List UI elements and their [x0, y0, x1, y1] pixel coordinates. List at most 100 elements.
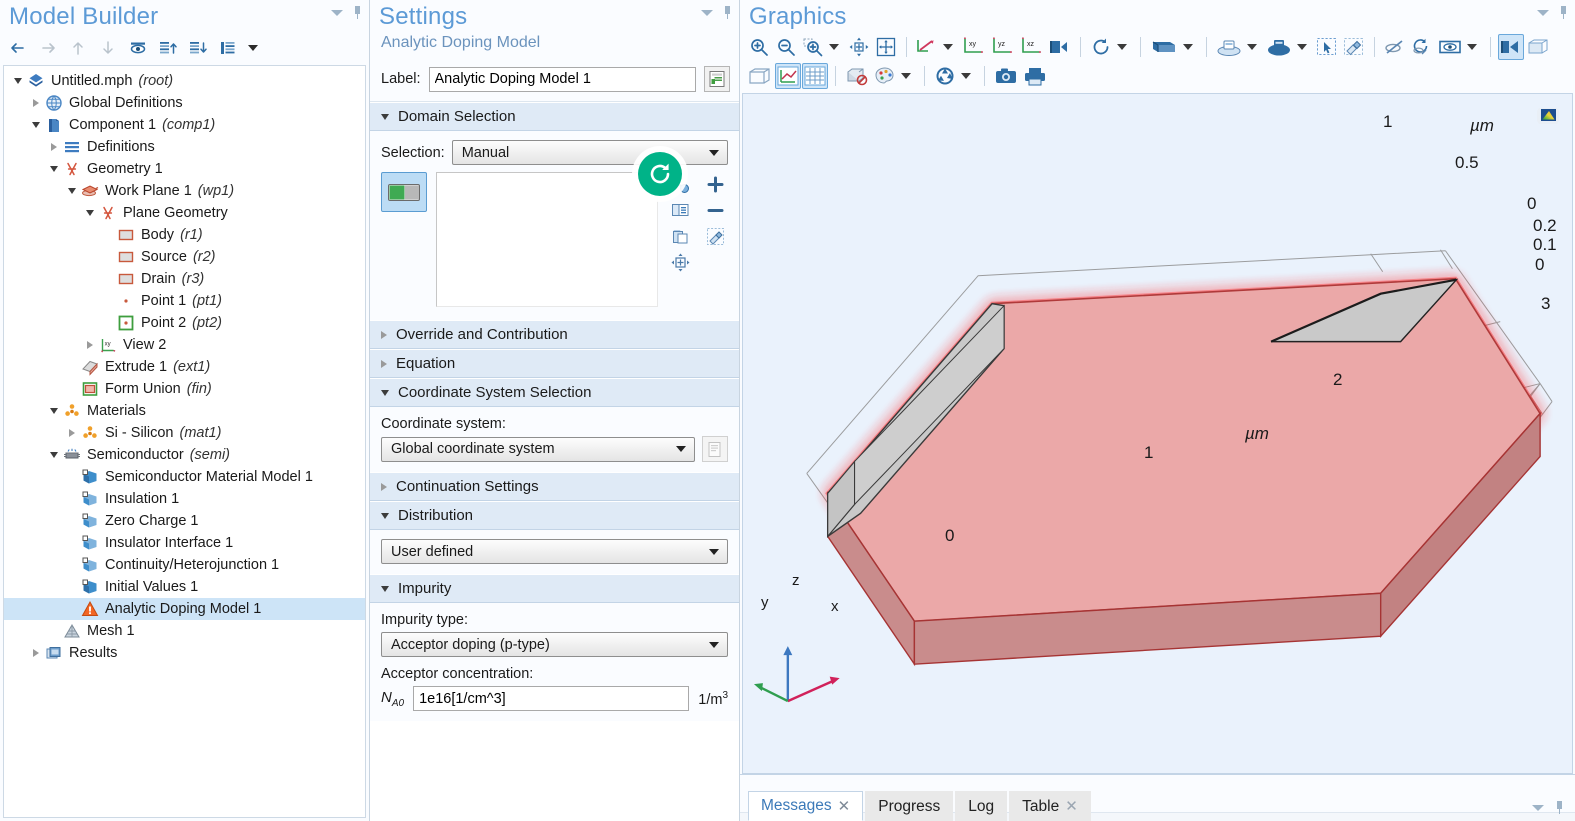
- description-icon-button[interactable]: [704, 66, 730, 92]
- tree-node-mesh-1[interactable]: Mesh 1: [4, 620, 365, 642]
- tree-node-zero-charge-1[interactable]: Zero Charge 1: [4, 510, 365, 532]
- tree-node-insulation-1[interactable]: Insulation 1: [4, 488, 365, 510]
- rotate-caret[interactable]: [1117, 44, 1127, 50]
- move-selection-icon[interactable]: [668, 250, 692, 274]
- tree-node-form-union[interactable]: Form Union (fin): [4, 378, 365, 400]
- go-to-xz-view-icon[interactable]: xz: [1018, 34, 1046, 60]
- tree-node-component-1[interactable]: Component 1 (comp1): [4, 114, 365, 136]
- color-legend-icon[interactable]: [872, 63, 898, 89]
- tree-node-geometry-1[interactable]: Geometry 1: [4, 158, 365, 180]
- label-input[interactable]: [428, 66, 696, 92]
- bottom-pin-icon[interactable]: [1554, 801, 1565, 814]
- tree-node-point-2[interactable]: Point 2 (pt2): [4, 312, 365, 334]
- collapse-arrow-icon[interactable]: [46, 444, 62, 466]
- go-to-yz-view-icon[interactable]: yz: [989, 34, 1017, 60]
- domain-selection-list[interactable]: [436, 172, 658, 307]
- bottom-tab-log[interactable]: Log: [955, 791, 1008, 821]
- tree-node-materials[interactable]: Materials: [4, 400, 365, 422]
- graphics-render-badge[interactable]: [1536, 104, 1562, 126]
- scene-light-icon[interactable]: [1214, 34, 1244, 60]
- model-builder-menu-caret[interactable]: [331, 9, 343, 16]
- tree-node-global-definitions[interactable]: Global Definitions: [4, 92, 365, 114]
- go-to-xy-view-icon[interactable]: xy: [960, 34, 988, 60]
- expand-arrow-icon[interactable]: [82, 334, 98, 356]
- show-hide-eye-icon[interactable]: [124, 35, 152, 61]
- scene-light-toggle-icon[interactable]: [932, 63, 958, 89]
- selection-dropdown[interactable]: Manual: [451, 140, 728, 165]
- tree-node-point-1[interactable]: Point 1 (pt1): [4, 290, 365, 312]
- paste-selection-icon[interactable]: [668, 224, 692, 248]
- copy-selection-icon[interactable]: [668, 198, 692, 222]
- show-grid-caret[interactable]: [1297, 44, 1307, 50]
- tree-node-body[interactable]: Body (r1): [4, 224, 365, 246]
- tree-options-button[interactable]: [214, 35, 242, 61]
- view-options-caret[interactable]: [943, 44, 953, 50]
- collapse-arrow-icon[interactable]: [10, 70, 26, 92]
- remove-from-selection-icon[interactable]: [703, 198, 727, 222]
- zoom-out-icon[interactable]: [773, 34, 799, 60]
- bottom-tab-progress[interactable]: Progress: [865, 791, 954, 821]
- transparency-icon[interactable]: [1498, 34, 1524, 60]
- tree-node-untitled-mph[interactable]: Untitled.mph (root): [4, 70, 365, 92]
- collapse-arrow-icon[interactable]: [64, 180, 80, 202]
- acceptor-concentration-input[interactable]: [413, 686, 690, 711]
- tree-node-continuity-heterojunction-1[interactable]: Continuity/Heterojunction 1: [4, 554, 365, 576]
- show-axis-icon[interactable]: [775, 63, 801, 89]
- image-snapshot-icon[interactable]: [992, 63, 1020, 89]
- coordinate-system-dropdown[interactable]: Global coordinate system: [381, 436, 695, 462]
- collapse-arrow-icon[interactable]: [82, 202, 98, 224]
- collapse-all-button[interactable]: [154, 35, 182, 61]
- collapse-arrow-icon[interactable]: [46, 400, 62, 422]
- section-header-distribution[interactable]: Distribution: [370, 501, 739, 530]
- model-builder-pin-icon[interactable]: [352, 6, 363, 19]
- select-box-icon[interactable]: [1314, 34, 1340, 60]
- tree-node-analytic-doping-model-1[interactable]: Analytic Doping Model 1: [4, 598, 365, 620]
- bottom-tab-table[interactable]: Table ✕: [1009, 791, 1091, 821]
- move-up-button[interactable]: [64, 35, 92, 61]
- close-icon[interactable]: ✕: [1065, 799, 1078, 814]
- reset-hiding-icon[interactable]: [1409, 34, 1435, 60]
- camera-view-icon[interactable]: [1047, 34, 1073, 60]
- section-header-override-and-contribution[interactable]: Override and Contribution: [370, 320, 739, 349]
- tree-node-insulator-interface-1[interactable]: Insulator Interface 1: [4, 532, 365, 554]
- distribution-dropdown[interactable]: User defined: [381, 539, 728, 564]
- coordinate-system-edit-button[interactable]: [702, 436, 728, 462]
- expand-arrow-icon[interactable]: [28, 642, 44, 664]
- go-to-default-view-icon[interactable]: [914, 34, 940, 60]
- graphics-pin-icon[interactable]: [1558, 6, 1569, 19]
- zoom-options-caret[interactable]: [829, 44, 839, 50]
- bottom-menu-caret[interactable]: [1532, 804, 1544, 811]
- graphics-menu-caret[interactable]: [1537, 9, 1549, 16]
- section-header-continuation-settings[interactable]: Continuation Settings: [370, 472, 739, 501]
- expand-all-button[interactable]: [184, 35, 212, 61]
- scene-light-caret[interactable]: [1247, 44, 1257, 50]
- impurity-type-dropdown[interactable]: Acceptor doping (p-type): [381, 632, 728, 657]
- hide-geometric-entities-icon[interactable]: [843, 63, 871, 89]
- tree-node-semiconductor[interactable]: Semiconductor (semi): [4, 444, 365, 466]
- tree-node-drain[interactable]: Drain (r3): [4, 268, 365, 290]
- close-icon[interactable]: ✕: [838, 799, 851, 814]
- tree-node-extrude-1[interactable]: Extrude 1 (ext1): [4, 356, 365, 378]
- tree-node-results[interactable]: Results: [4, 642, 365, 664]
- show-grid-lines-icon[interactable]: [802, 63, 828, 89]
- section-header-equation[interactable]: Equation: [370, 349, 739, 378]
- move-down-button[interactable]: [94, 35, 122, 61]
- model-tree[interactable]: Untitled.mph (root) Global Definitions Comp…: [3, 65, 366, 818]
- zoom-in-icon[interactable]: [746, 34, 772, 60]
- back-button[interactable]: [4, 35, 32, 61]
- render-wireframe-icon[interactable]: [746, 63, 774, 89]
- tree-node-si-silicon[interactable]: Si - Silicon (mat1): [4, 422, 365, 444]
- tree-node-view-2[interactable]: xy View 2: [4, 334, 365, 356]
- show-grid-icon[interactable]: [1264, 34, 1294, 60]
- clear-selection-icon[interactable]: [1341, 34, 1367, 60]
- add-to-selection-icon[interactable]: [703, 172, 727, 196]
- settings-menu-caret[interactable]: [701, 9, 713, 16]
- active-selection-toggle[interactable]: [381, 172, 427, 212]
- section-header-domain-selection[interactable]: Domain Selection: [370, 102, 739, 131]
- expand-arrow-icon[interactable]: [46, 136, 62, 158]
- tree-node-source[interactable]: Source (r2): [4, 246, 365, 268]
- view-hidden-caret[interactable]: [1467, 44, 1477, 50]
- light-caret[interactable]: [961, 73, 971, 79]
- section-header-impurity[interactable]: Impurity: [370, 574, 739, 603]
- section-header-coordinate-system-selection[interactable]: Coordinate System Selection: [370, 378, 739, 407]
